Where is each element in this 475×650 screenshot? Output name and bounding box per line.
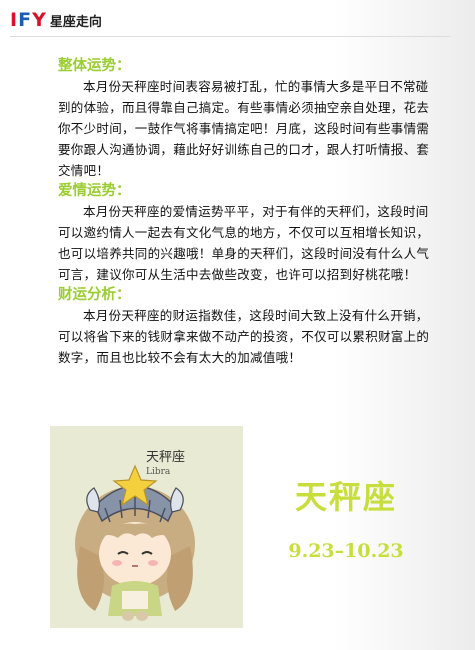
card-label: 天秤座 Libra xyxy=(146,446,185,477)
libra-illustration-card: 天秤座 Libra xyxy=(50,426,243,628)
header-divider xyxy=(10,36,450,37)
logo-letter-2: F xyxy=(18,9,33,31)
logo-letter-1: I xyxy=(10,9,19,31)
card-label-en: Libra xyxy=(146,467,171,477)
site-header: I F Y 星座走向 xyxy=(10,6,102,34)
love-fortune-title: 爱情运势： xyxy=(58,183,131,199)
overall-fortune-text: 本月份天秤座时间表容易被打乱，忙的事情大多是平日不常碰到的体验，而且得靠自己搞定… xyxy=(58,79,430,178)
zodiac-name: 天秤座 xyxy=(294,478,397,516)
site-logo[interactable]: I F Y xyxy=(10,9,47,31)
logo-letter-3: Y xyxy=(32,9,47,31)
overall-fortune-title: 整体运势： xyxy=(58,58,131,74)
site-name: 星座走向 xyxy=(49,14,102,30)
horoscope-content: 整体运势： 本月份天秤座时间表容易被打乱，忙的事情大多是平日不常碰到的体验，而且… xyxy=(58,56,440,368)
zodiac-date-range: 9.23–10.23 xyxy=(288,540,404,562)
wealth-fortune-text: 本月份天秤座的财运指数佳，这段时间大致上没有什么开销，可以将省下来的钱财拿来做不… xyxy=(58,308,430,365)
wealth-fortune-title: 财运分析： xyxy=(58,287,131,303)
card-label-cn: 天秤座 xyxy=(146,450,186,465)
love-fortune-text: 本月份天秤座的爱情运势平平，对于有伴的天秤们，这段时间可以邀约情人一起去有文化气… xyxy=(58,204,430,282)
